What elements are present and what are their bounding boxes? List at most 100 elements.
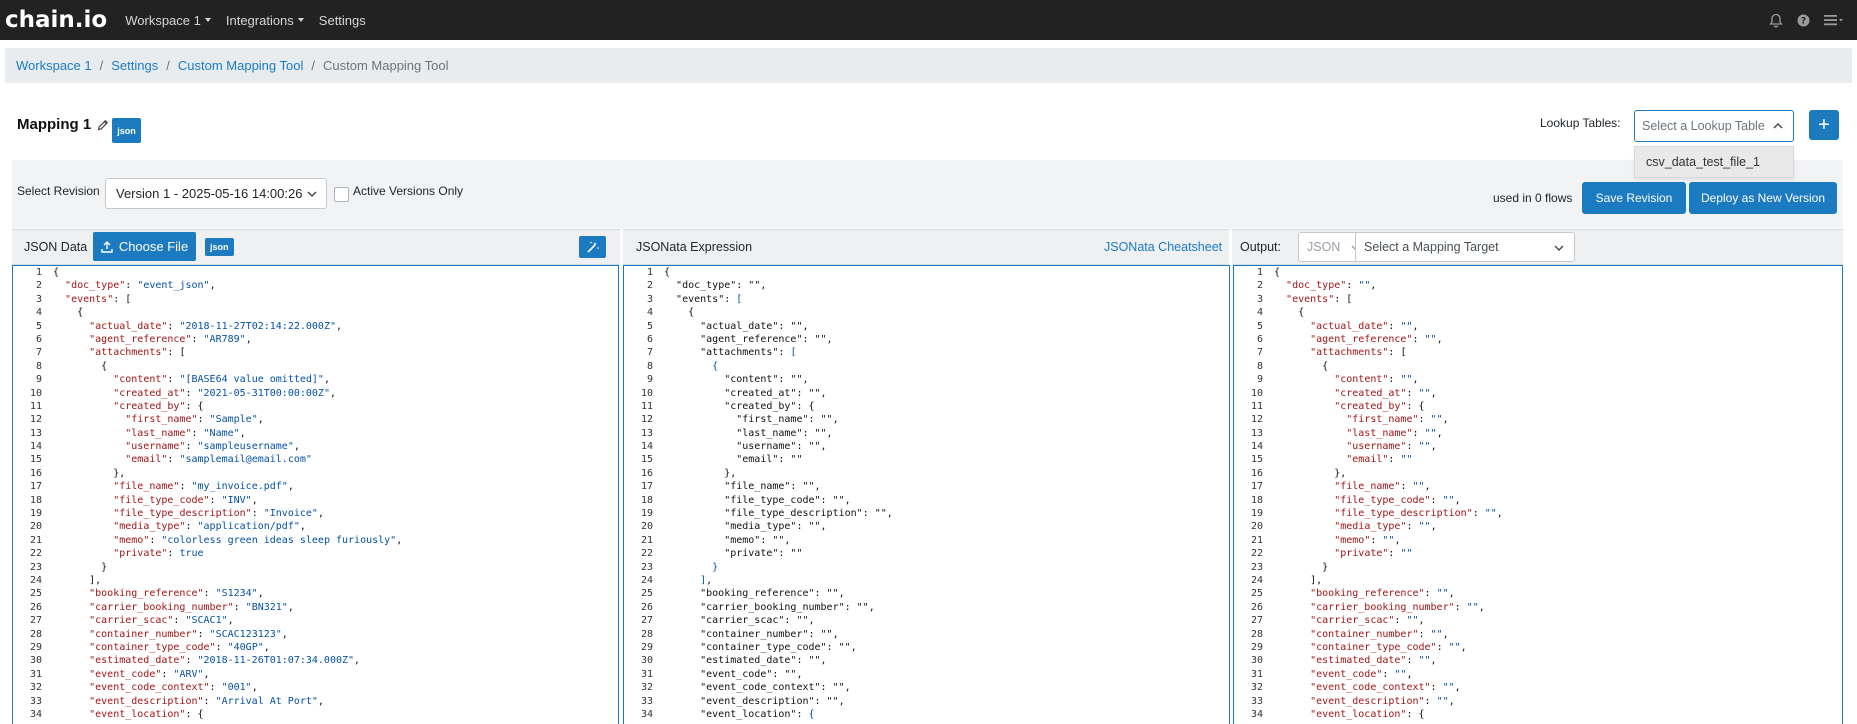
line-number: 32 [640,682,653,694]
code-token: "SCAC123123" [209,628,282,640]
menu-icon[interactable] [1824,14,1843,26]
code-token: , [1406,668,1413,680]
code-token: , [1460,641,1467,653]
pencil-icon[interactable] [97,119,109,131]
breadcrumb-custom-mapping-tool[interactable]: Custom Mapping Tool [178,58,304,73]
jsonata-cheatsheet-link[interactable]: JSONata Cheatsheet [1104,240,1222,254]
code-token: "estimated_date" [89,655,186,667]
code-line: 29 "container_type_code": "40GP", [13,641,618,654]
code-token: "file_type_code" [1334,494,1431,506]
mapping-target-select[interactable]: Select a Mapping Target [1355,232,1575,262]
logo-text: chain.io [5,7,108,33]
active-versions-checkbox[interactable] [334,187,349,202]
code-token: : [1412,333,1425,345]
jsonata-expression-editor[interactable]: 1{2 "doc_type": "", 3 "events": [4 {5 "ac… [623,265,1230,724]
line-number: 28 [1250,628,1263,640]
line-number: 1 [646,267,653,278]
code-line: 14 "username": "sampleusername", [13,440,618,453]
revision-select[interactable]: Version 1 - 2025-05-16 14:00:26 [105,178,327,209]
code-token: , [1412,320,1419,332]
code-token: "" [1406,615,1419,627]
line-number: 17 [640,481,653,493]
chainio-logo[interactable]: chain.io [5,7,107,33]
code-token: "" [1400,548,1413,560]
code-token: "memo" [1334,534,1371,546]
nav-workspace[interactable]: Workspace 1 [125,13,211,28]
code-token: : [ [1334,293,1353,305]
code-token: ], [1274,574,1323,586]
code-token: "actual_date" [89,320,168,332]
code-line: 5 "actual_date": "", [624,320,1229,333]
code-token: : [1412,427,1425,439]
code-token: "events" [1286,293,1335,305]
bell-icon[interactable] [1769,13,1783,28]
breadcrumb-separator: / [99,58,104,73]
line-number: 25 [1250,588,1263,600]
code-token: "[BASE64 value omitted]" [179,374,324,386]
code-token: , [1448,588,1455,600]
code-token: "" [1358,280,1371,292]
code-line: 3 "events": [ [624,293,1229,306]
code-line: 10 "created_at": "2021-05-31T00:00:00Z", [13,387,618,400]
lookup-option[interactable]: csv_data_test_file_1 [1635,147,1793,177]
code-token: : [1430,682,1443,694]
line-number: 9 [35,374,42,386]
lookup-table-select[interactable]: Select a Lookup Table [1634,110,1794,142]
line-number: 10 [640,387,653,399]
code-token: "actual_date" [1310,320,1389,332]
mapping-title-row: Mapping 1 [17,116,109,133]
code-line: 33 "event_description": "", [1234,695,1842,708]
code-line: 29 "container_type_code": "", [624,641,1229,654]
line-number: 18 [1250,494,1263,506]
save-revision-button[interactable]: Save Revision [1582,182,1686,214]
code-token: : [185,441,198,453]
choose-file-button[interactable]: Choose File [93,232,196,261]
code-token: "carrier_booking_number" [89,601,234,613]
code-line: 1{ [1234,266,1842,279]
code-token: "last_name" [1346,427,1413,439]
add-lookup-table-button[interactable]: + [1809,110,1839,140]
breadcrumb-separator: / [311,58,315,73]
output-editor[interactable]: 1{2 "doc_type": "", 3 "events": [4 {5 "ac… [1233,265,1843,724]
code-token: "" [1400,374,1413,386]
code-line: 24 ], [624,574,1229,587]
code-token: } [53,561,108,573]
nav-settings[interactable]: Settings [319,13,366,28]
code-token: "memo": "", [664,534,791,546]
deploy-new-version-button[interactable]: Deploy as New Version [1689,182,1837,214]
format-json-button[interactable] [579,236,606,258]
select-revision-label: Select Revision [17,184,100,198]
code-token: "email" [1346,454,1389,466]
nav-integrations[interactable]: Integrations [226,13,304,28]
code-token: "" [1484,508,1497,520]
code-token: "file_type_description": "", [664,508,893,520]
json-data-editor[interactable]: 1{2 "doc_type": "event_json", 3 "events":… [12,265,619,724]
line-number: 27 [640,615,653,627]
code-token: : [1424,695,1437,707]
code-token: "created_by": { [664,400,815,412]
chevron-down-icon [306,188,318,203]
code-token: "samplemail@email.com" [179,454,312,466]
help-icon[interactable]: ? [1797,14,1810,27]
code-token: : [ [1388,347,1407,359]
breadcrumb-settings[interactable]: Settings [111,58,158,73]
code-line: 20 "media_type": "", [624,520,1229,533]
code-line: 8 { [1234,360,1842,373]
line-number: 20 [640,521,653,533]
code-token: "2021-05-31T00:00:00Z" [197,387,330,399]
code-token: "private": "" [664,548,803,560]
line-number: 5 [1256,320,1263,332]
line-number: 3 [35,293,42,305]
breadcrumb-workspace[interactable]: Workspace 1 [16,58,92,73]
line-number: 10 [1250,387,1263,399]
code-line: 28 "container_number": "", [1234,628,1842,641]
code-token: "event_code_context" [89,682,210,694]
code-line: 13 "last_name": "", [624,427,1229,440]
code-line: 17 "file_name": "", [624,480,1229,493]
